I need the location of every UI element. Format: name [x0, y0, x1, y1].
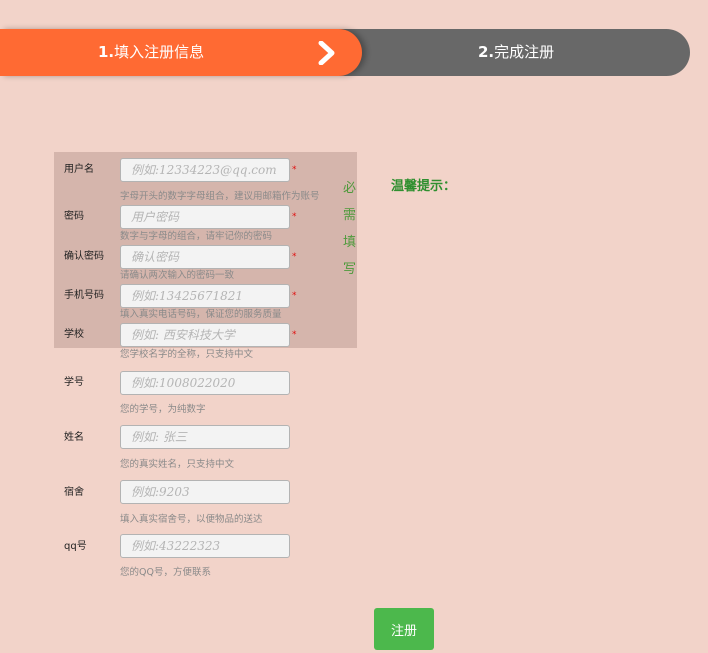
- step-2-label: 2.完成注册: [478, 42, 554, 62]
- username-input[interactable]: [120, 158, 290, 182]
- register-button[interactable]: 注册: [374, 608, 434, 650]
- password-label: 密码: [64, 211, 84, 222]
- phone-input[interactable]: [120, 284, 290, 308]
- step-1-label: 1.填入注册信息: [98, 42, 204, 62]
- password-required-mark: *: [292, 212, 297, 222]
- student-id-input[interactable]: [120, 371, 290, 395]
- qq-input[interactable]: [120, 534, 290, 558]
- confirm-password-hint: 请确认两次输入的密码一致: [120, 270, 235, 281]
- step-2-number: 2.: [478, 43, 495, 61]
- confirm-password-input[interactable]: [120, 245, 290, 269]
- username-hint: 字母开头的数字字母组合，建议用邮箱作为账号: [120, 191, 320, 202]
- dorm-label: 宿舍: [64, 487, 84, 498]
- username-required-mark: *: [292, 165, 297, 175]
- confirm-password-required-mark: *: [292, 252, 297, 262]
- school-input[interactable]: [120, 323, 290, 347]
- step-fill-info: 1.填入注册信息: [0, 29, 362, 76]
- step-progress-bar: 2.完成注册 1.填入注册信息: [0, 29, 690, 76]
- password-hint: 数字与字母的组合，请牢记你的密码: [120, 231, 273, 242]
- password-input[interactable]: [120, 205, 290, 229]
- step-1-text: 填入注册信息: [114, 43, 205, 61]
- name-label: 姓名: [64, 432, 84, 443]
- phone-required-mark: *: [292, 291, 297, 301]
- username-label: 用户名: [64, 164, 94, 175]
- chevron-right-icon: [318, 41, 335, 65]
- step-2-text: 完成注册: [494, 43, 555, 61]
- school-required-mark: *: [292, 330, 297, 340]
- name-hint: 您的真实姓名，只支持中文: [120, 459, 235, 470]
- school-hint: 您学校名字的全称，只支持中文: [120, 349, 254, 360]
- phone-hint: 填入真实电话号码，保证您的服务质量: [120, 309, 282, 320]
- dorm-input[interactable]: [120, 480, 290, 504]
- school-label: 学校: [64, 329, 84, 340]
- phone-label: 手机号码: [64, 290, 104, 301]
- required-note: 必需填写: [343, 181, 357, 277]
- name-input[interactable]: [120, 425, 290, 449]
- qq-hint: 您的QQ号，方便联系: [120, 567, 211, 578]
- tip-title: 温馨提示：: [391, 179, 457, 194]
- student-id-label: 学号: [64, 377, 84, 388]
- step-1-number: 1.: [98, 43, 115, 61]
- student-id-hint: 您的学号，为纯数字: [120, 404, 206, 415]
- dorm-hint: 填入真实宿舍号，以便物品的送达: [120, 514, 263, 525]
- confirm-password-label: 确认密码: [64, 251, 104, 262]
- qq-label: qq号: [64, 541, 87, 552]
